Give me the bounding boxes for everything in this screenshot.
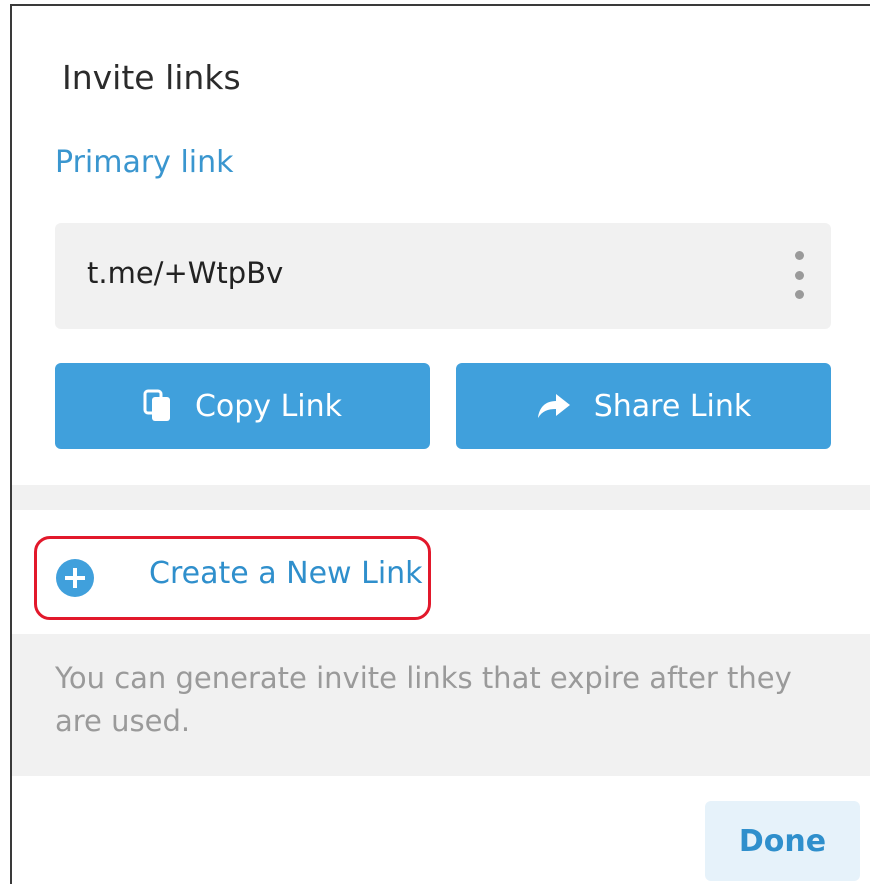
done-button[interactable]: Done xyxy=(705,801,860,881)
share-link-label: Share Link xyxy=(593,388,752,424)
more-vertical-icon xyxy=(794,251,804,260)
primary-link-heading: Primary link xyxy=(55,145,234,180)
primary-link-text: t.me/+WtpBv xyxy=(87,256,284,290)
create-new-link-row[interactable]: Create a New Link xyxy=(12,510,870,634)
hint-section: You can generate invite links that expir… xyxy=(12,634,870,776)
hint-text: You can generate invite links that expir… xyxy=(55,661,792,738)
section-divider xyxy=(12,485,870,510)
more-vertical-icon-dot xyxy=(794,290,804,299)
more-vertical-icon-dot xyxy=(794,270,804,280)
more-options-button[interactable] xyxy=(791,251,807,299)
share-arrow-icon xyxy=(536,392,572,420)
plus-circle-icon xyxy=(55,558,95,598)
copy-link-label: Copy Link xyxy=(194,388,343,424)
invite-links-dialog: Invite links Primary link t.me/+WtpBv Co… xyxy=(10,4,870,884)
share-link-button[interactable]: Share Link xyxy=(456,363,831,449)
copy-icon xyxy=(143,389,173,423)
dialog-title: Invite links xyxy=(62,58,241,97)
create-new-link-label[interactable]: Create a New Link xyxy=(149,556,423,592)
primary-link-box[interactable]: t.me/+WtpBv xyxy=(55,223,831,329)
copy-link-button[interactable]: Copy Link xyxy=(55,363,430,449)
